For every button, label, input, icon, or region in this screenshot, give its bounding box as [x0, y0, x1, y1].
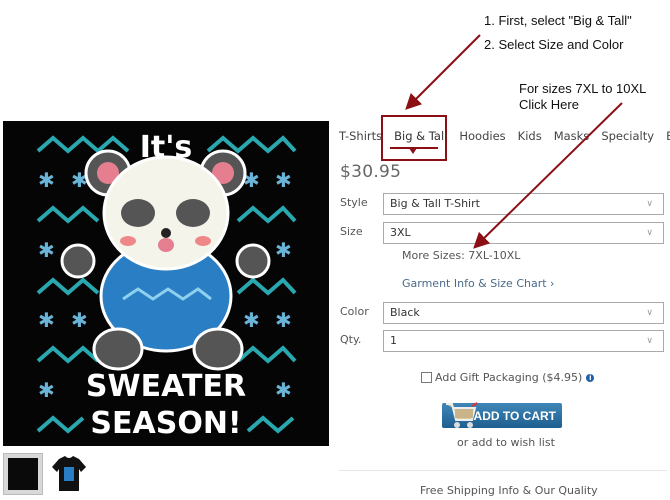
svg-text:✱: ✱: [275, 378, 292, 402]
instruction-step-2: 2. Select Size and Color: [484, 37, 624, 52]
add-to-cart-button[interactable]: ADD TO CART: [442, 402, 562, 428]
add-to-cart-label: ADD TO CART: [473, 408, 556, 423]
chevron-down-icon: ∨: [646, 199, 653, 209]
size-select[interactable]: 3XL ∨: [383, 222, 664, 244]
size-label: Size: [340, 225, 363, 238]
size-select-value: 3XL: [390, 226, 411, 239]
tab-t-shirts[interactable]: T-Shirts: [339, 129, 382, 143]
gift-packaging-option: Add Gift Packaging ($4.95) i: [421, 371, 595, 384]
add-to-wishlist-link[interactable]: or add to wish list: [457, 436, 555, 449]
color-label: Color: [340, 305, 369, 318]
color-select-value: Black: [390, 306, 420, 319]
click-here-note: Click Here: [519, 97, 579, 112]
active-tab-caret-icon: [409, 148, 417, 154]
tab-masks[interactable]: Masks: [554, 129, 590, 143]
style-select[interactable]: Big & Tall T-Shirt ∨: [383, 193, 664, 215]
tab-big-and-tall[interactable]: Big & Tall: [394, 129, 447, 143]
svg-text:✱: ✱: [38, 238, 55, 262]
price: $30.95: [340, 162, 402, 182]
tab-hoodies[interactable]: Hoodies: [459, 129, 505, 143]
panda-sweater-artwork: ✱ ✱ ✱ ✱ ✱ ✱ ✱ ✱ ✱ ✱ ✱ ✱ It's SWEATER SEA…: [36, 130, 297, 441]
info-icon[interactable]: i: [586, 373, 595, 382]
svg-text:✱: ✱: [71, 308, 88, 332]
style-label: Style: [340, 196, 368, 209]
svg-text:✱: ✱: [275, 308, 292, 332]
garment-info-link[interactable]: Garment Info & Size Chart ›: [402, 277, 554, 290]
instruction-step-1: 1. First, select "Big & Tall": [484, 13, 632, 28]
style-select-value: Big & Tall T-Shirt: [390, 197, 480, 210]
artwork-title-bottom: SEASON!: [90, 406, 241, 441]
qty-label: Qty.: [340, 333, 362, 346]
tshirt-icon: [52, 456, 86, 491]
tab-kids[interactable]: Kids: [518, 129, 542, 143]
thumbnail-design[interactable]: [3, 453, 43, 495]
product-type-tabs: T-Shirts Big & Tall Hoodies Kids Masks S…: [339, 129, 670, 143]
gift-packaging-checkbox[interactable]: [421, 372, 432, 383]
gift-packaging-label[interactable]: Add Gift Packaging ($4.95): [435, 371, 582, 384]
color-select[interactable]: Black ∨: [383, 302, 664, 324]
svg-text:✱: ✱: [275, 168, 292, 192]
chevron-down-icon: ∨: [646, 228, 653, 238]
chevron-down-icon: ∨: [646, 308, 653, 318]
more-sizes-link[interactable]: More Sizes: 7XL-10XL: [402, 249, 520, 262]
artwork-title-top: It's: [140, 130, 193, 165]
tab-bags[interactable]: Bags: [666, 129, 670, 143]
divider: [339, 470, 667, 471]
product-image[interactable]: ✱ ✱ ✱ ✱ ✱ ✱ ✱ ✱ ✱ ✱ ✱ ✱ It's SWEATER SEA…: [3, 121, 329, 446]
artwork-title-mid: SWEATER: [86, 369, 246, 404]
panda-illustration: [60, 149, 271, 371]
tab-specialty[interactable]: Specialty: [601, 129, 654, 143]
chevron-down-icon: ∨: [646, 336, 653, 346]
arrow-to-big-and-tall: [405, 34, 481, 110]
shopping-cart-icon: [446, 402, 478, 428]
svg-text:✱: ✱: [38, 168, 55, 192]
qty-select[interactable]: 1 ∨: [383, 330, 664, 352]
shipping-info-link[interactable]: Free Shipping Info & Our Quality: [420, 484, 598, 497]
svg-text:✱: ✱: [275, 238, 292, 262]
svg-text:✱: ✱: [243, 308, 260, 332]
svg-text:✱: ✱: [38, 378, 55, 402]
svg-text:✱: ✱: [38, 308, 55, 332]
qty-select-value: 1: [390, 334, 397, 347]
thumbnail-tshirt[interactable]: [49, 453, 89, 495]
